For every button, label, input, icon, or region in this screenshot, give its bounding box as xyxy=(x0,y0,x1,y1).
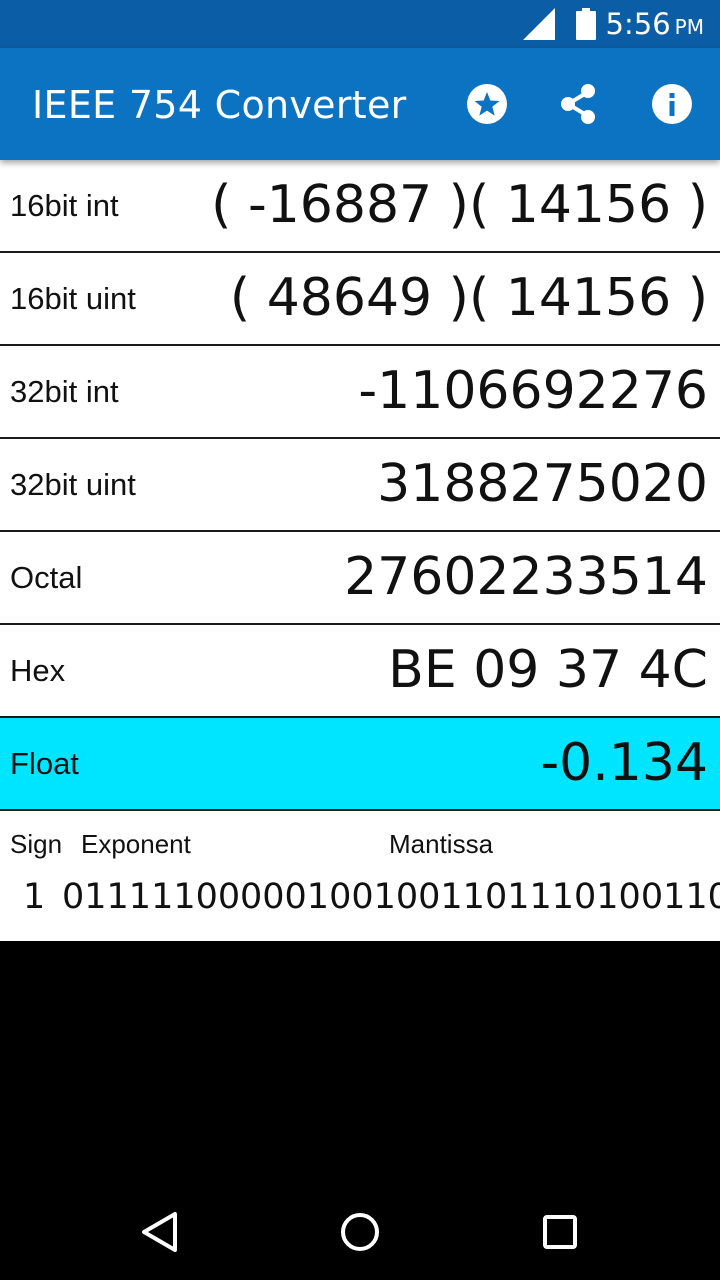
app-bar: IEEE 754 Converter xyxy=(0,48,720,160)
row-32bit-uint[interactable]: 32bit uint 3188275020 xyxy=(0,439,720,532)
row-32bit-int[interactable]: 32bit int -1106692276 xyxy=(0,346,720,439)
recents-icon[interactable] xyxy=(536,1208,584,1256)
share-icon[interactable] xyxy=(556,82,600,126)
exponent-bits: 01111100 xyxy=(62,877,241,917)
row-label: Hex xyxy=(10,653,66,688)
status-ampm: PM xyxy=(674,15,704,39)
row-label: Float xyxy=(10,746,79,781)
sign-bit: 1 xyxy=(23,877,46,917)
exponent-label: Exponent xyxy=(81,829,191,859)
app-title: IEEE 754 Converter xyxy=(32,83,407,127)
row-value: ( -16887 )( 14156 ) xyxy=(211,175,708,235)
row-label: 16bit uint xyxy=(10,281,136,316)
row-value: -0.134 xyxy=(540,733,708,793)
back-icon[interactable] xyxy=(136,1208,184,1256)
row-hex[interactable]: Hex BE 09 37 4C xyxy=(0,625,720,718)
mantissa-label: Mantissa xyxy=(389,829,494,859)
row-16bit-int[interactable]: 16bit int ( -16887 )( 14156 ) xyxy=(0,160,720,253)
row-octal[interactable]: Octal 27602233514 xyxy=(0,532,720,625)
status-time-value: 5:56 xyxy=(605,7,671,41)
row-label: 32bit uint xyxy=(10,467,136,502)
row-label: Octal xyxy=(10,560,83,595)
sign-label: Sign xyxy=(10,829,63,859)
info-icon[interactable] xyxy=(650,82,694,126)
navigation-bar xyxy=(0,1184,720,1280)
star-icon[interactable] xyxy=(465,82,509,126)
battery-icon xyxy=(576,8,596,40)
bit-breakdown: Sign Exponent Mantissa 1 01111100 000100… xyxy=(0,811,720,941)
status-time: 5:56 PM xyxy=(606,6,704,45)
row-value: 27602233514 xyxy=(344,547,708,607)
row-value: BE 09 37 4C xyxy=(388,640,708,700)
mantissa-bits: 00010010011011101001100 xyxy=(240,877,720,917)
row-float[interactable]: Float -0.134 xyxy=(0,718,720,811)
status-bar: 5:56 PM xyxy=(0,0,720,48)
home-icon[interactable] xyxy=(336,1208,384,1256)
row-value: -1106692276 xyxy=(358,361,708,421)
row-label: 32bit int xyxy=(10,374,119,409)
converter-content: 16bit int ( -16887 )( 14156 ) 16bit uint… xyxy=(0,160,720,941)
row-value: ( 48649 )( 14156 ) xyxy=(229,268,708,328)
signal-icon xyxy=(523,8,555,40)
row-label: 16bit int xyxy=(10,188,119,223)
row-value: 3188275020 xyxy=(377,454,708,514)
row-16bit-uint[interactable]: 16bit uint ( 48649 )( 14156 ) xyxy=(0,253,720,346)
